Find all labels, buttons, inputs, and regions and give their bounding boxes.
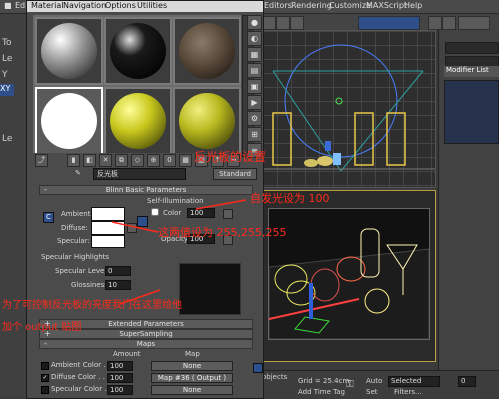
annotation-reflector-settings: 反光板的设置	[194, 150, 267, 164]
annotation-arrow	[195, 199, 247, 210]
annotation-values-255: 这两值设为 255,255,255	[158, 226, 287, 239]
annotation-output-map-line2: 加个 output 贴图	[2, 322, 82, 333]
annotation-arrow	[111, 221, 159, 233]
annotation-output-map-line1: 为了可控制反光板的亮度我门在这里给他	[2, 300, 182, 311]
annotation-self-illum: 自发光设为 100	[250, 192, 330, 205]
